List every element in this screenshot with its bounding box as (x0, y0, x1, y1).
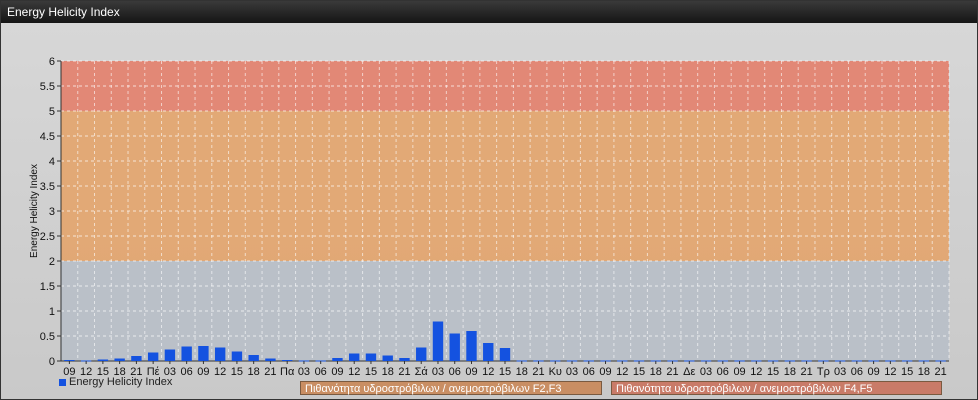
y-tick-label: 4 (49, 156, 55, 168)
x-tick-label: 09 (599, 366, 611, 378)
x-tick-label: 18 (516, 366, 528, 378)
bar (214, 347, 226, 361)
x-tick-label: 18 (650, 366, 662, 378)
x-tick-label: 15 (901, 366, 913, 378)
bar (483, 343, 494, 361)
x-tick-label: 12 (482, 366, 494, 378)
bar (231, 351, 243, 361)
x-tick-label: 18 (784, 366, 796, 378)
x-tick-label: 15 (499, 366, 511, 378)
x-tick-label: Κυ (549, 366, 562, 378)
bar (265, 358, 276, 361)
bar (449, 333, 460, 361)
y-tick-label: 1 (49, 306, 55, 318)
x-tick-label: Τρ (817, 366, 830, 378)
x-tick-label: 21 (666, 366, 678, 378)
x-tick-label: 15 (767, 366, 779, 378)
x-tick-label: 18 (248, 366, 260, 378)
bar (466, 331, 477, 361)
x-tick-label: 03 (834, 366, 846, 378)
band-high-legend: Πιθανότητα υδροστρόβιλων / ανεμοστρόβιλω… (611, 381, 942, 395)
bar (147, 352, 159, 361)
bar (114, 358, 125, 361)
y-tick-label: 3.5 (40, 181, 55, 193)
x-tick-label: Δε (683, 366, 695, 378)
x-tick-label: Πα (280, 366, 295, 378)
x-tick-label: 12 (214, 366, 226, 378)
bar (281, 360, 293, 361)
x-tick-label: 03 (566, 366, 578, 378)
y-tick-label: 3 (49, 206, 55, 218)
x-tick-label: 21 (934, 366, 946, 378)
x-tick-label: 06 (851, 366, 863, 378)
x-tick-label: 21 (800, 366, 812, 378)
chart-svg: 0 0.5 1 1.5 2 2.5 3 3.5 4 4.5 5 5.5 6 Energy Helicity… (29, 56, 950, 378)
x-tick-label: 06 (315, 366, 327, 378)
series-legend-swatch (59, 378, 66, 386)
bar (399, 358, 410, 361)
x-tick-label: 15 (231, 366, 243, 378)
y-tick-label: 5.5 (40, 81, 55, 93)
bar (97, 359, 109, 361)
x-tick-label: 09 (867, 366, 879, 378)
y-tick-label: 0.5 (40, 331, 55, 343)
bar (332, 358, 343, 361)
bar (131, 356, 142, 361)
x-tick-label: 09 (197, 366, 209, 378)
x-tick-label: 18 (918, 366, 930, 378)
x-tick-label: 21 (264, 366, 276, 378)
x-tick-label: 09 (331, 366, 343, 378)
x-tick-label: 12 (884, 366, 896, 378)
x-tick-label: 06 (181, 366, 193, 378)
x-tick-label: 12 (348, 366, 360, 378)
x-tick-label: 21 (398, 366, 410, 378)
bar (248, 355, 259, 361)
plot-area: 0 0.5 1 1.5 2 2.5 3 3.5 4 4.5 5 5.5 6 Energy Helicity… (1, 23, 977, 399)
series-legend: Energy Helicity Index (59, 375, 172, 389)
window-title: Energy Helicity Index (1, 1, 977, 23)
y-axis-label: Energy Helicity Index (29, 164, 40, 258)
x-tick-label: 03 (432, 366, 444, 378)
bar (164, 349, 176, 361)
bar (499, 348, 511, 361)
bar (416, 347, 427, 361)
y-tick-label: 1.5 (40, 281, 55, 293)
y-tick-label: 0 (49, 356, 55, 368)
chart-window: Energy Helicity Index 0 0.5 1 1.5 2 2.5 3 3.5 4 4… (0, 0, 978, 400)
bar (349, 353, 360, 361)
bar (198, 346, 209, 361)
x-tick-label: 21 (532, 366, 544, 378)
y-tick-label: 5 (49, 106, 55, 118)
bar (382, 355, 393, 361)
bar (64, 360, 75, 361)
bar (181, 346, 192, 361)
x-tick-label: 12 (616, 366, 628, 378)
x-tick-label: 09 (465, 366, 477, 378)
x-tick-label: 03 (298, 366, 310, 378)
series-legend-label: Energy Helicity Index (69, 376, 173, 388)
x-tick-label: 15 (633, 366, 645, 378)
bar (432, 321, 444, 361)
x-tick-label: 18 (382, 366, 394, 378)
x-tick-label: 03 (700, 366, 712, 378)
x-tick-label: Σά (415, 366, 429, 378)
y-tick-label: 2.5 (40, 231, 55, 243)
y-tick-label: 2 (49, 256, 55, 268)
band-mid-legend: Πιθανότητα υδροστρόβιλων / ανεμοστρόβιλω… (300, 381, 602, 395)
x-tick-label: 15 (365, 366, 377, 378)
bar (365, 353, 377, 361)
x-tick-label: 06 (583, 366, 595, 378)
x-tick-label: 06 (449, 366, 461, 378)
y-tick-label: 6 (49, 56, 55, 68)
x-tick-label: 12 (750, 366, 762, 378)
y-tick-label: 4.5 (40, 131, 55, 143)
x-tick-label: 09 (733, 366, 745, 378)
x-tick-label: 06 (717, 366, 729, 378)
